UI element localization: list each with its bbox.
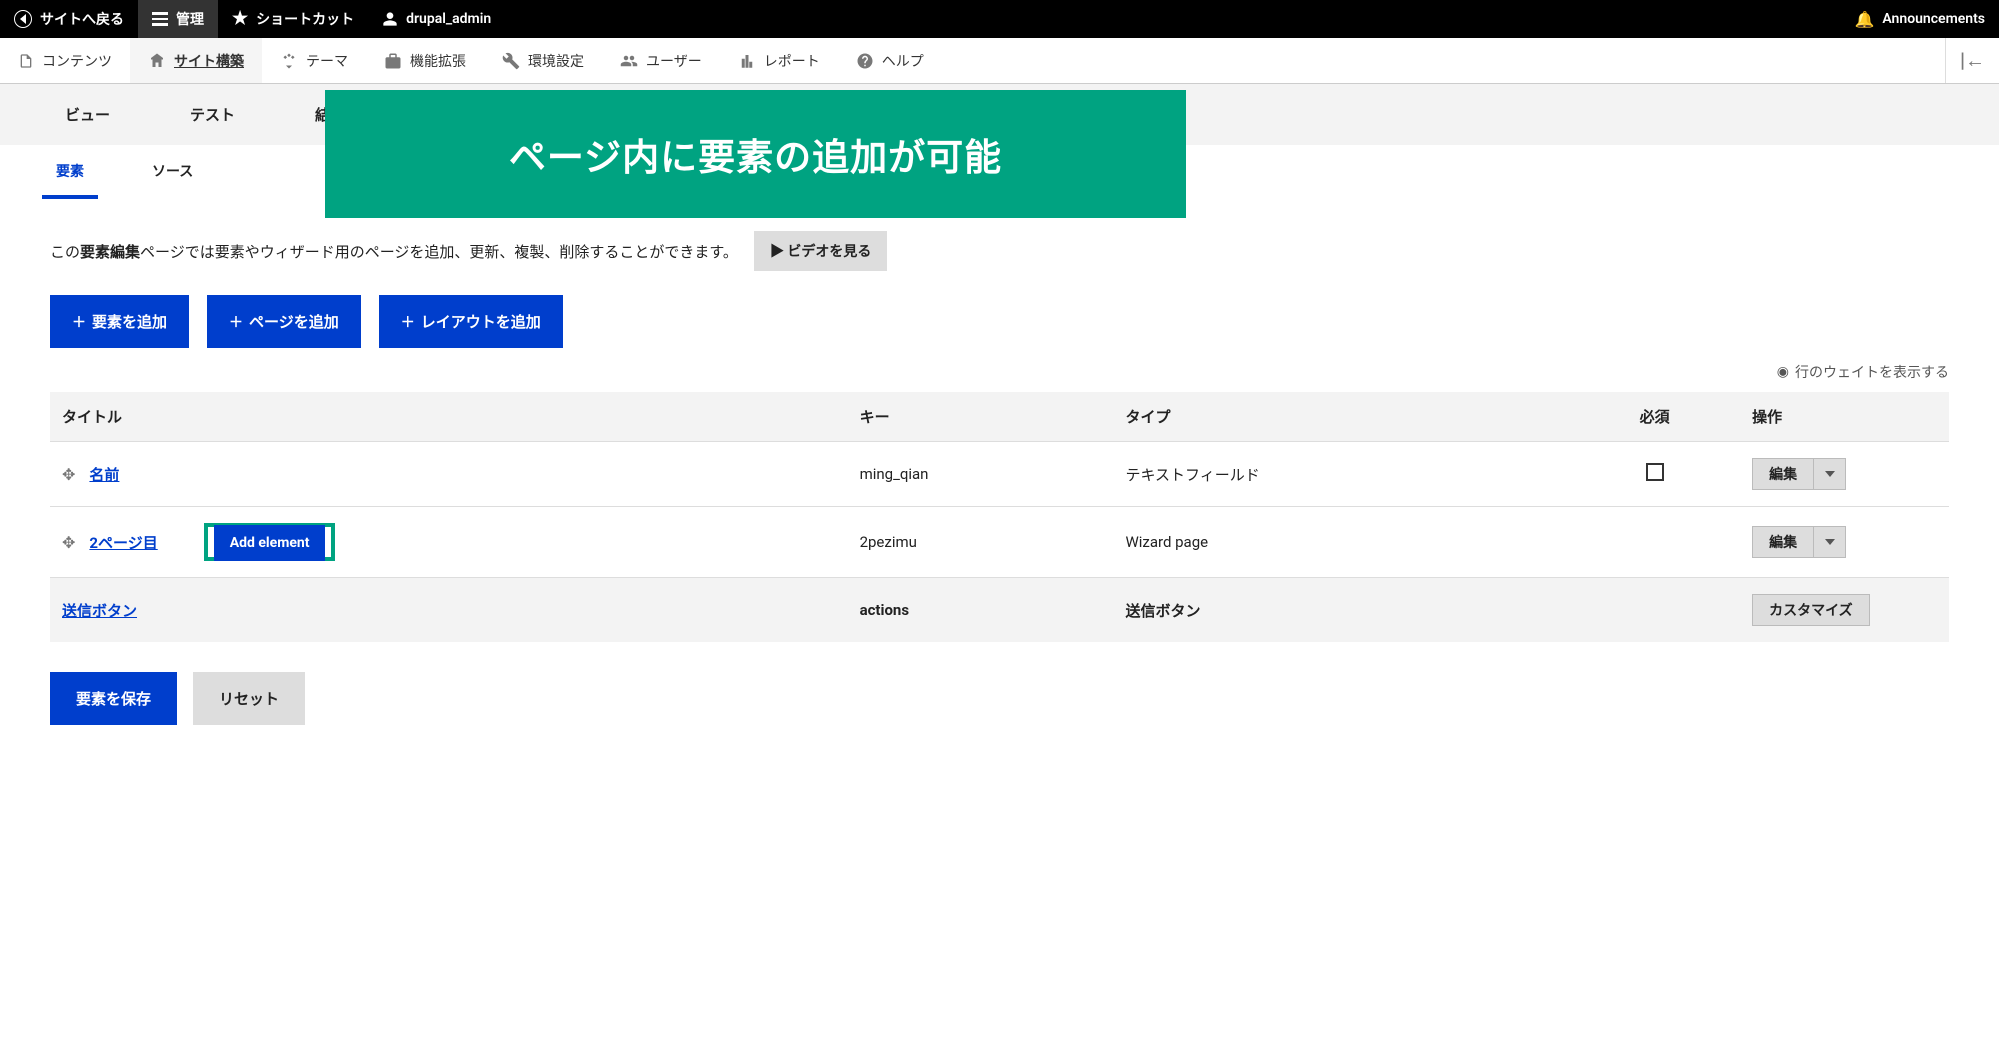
manage-label: 管理 xyxy=(176,9,204,29)
user-menu-button[interactable]: drupal_admin xyxy=(368,0,505,38)
back-to-site-button[interactable]: サイトへ戻る xyxy=(0,0,138,38)
help-text-row: この要素編集ページでは要素やウィザード用のページを追加、更新、複製、削除すること… xyxy=(50,231,1949,271)
edit-dropbutton: 編集 xyxy=(1752,526,1846,558)
menu-people[interactable]: ユーザー xyxy=(602,38,720,83)
admin-menu: コンテンツ サイト構築 テーマ 機能拡張 環境設定 ユーザー レポート ヘルプ … xyxy=(0,38,1999,84)
page-content: この要素編集ページでは要素やウィザード用のページを追加、更新、複製、削除すること… xyxy=(0,199,1999,757)
drag-handle-icon[interactable]: ✥ xyxy=(62,533,75,552)
menu-reports[interactable]: レポート xyxy=(720,38,838,83)
manage-button[interactable]: 管理 xyxy=(138,0,218,38)
add-layout-button[interactable]: ＋レイアウトを追加 xyxy=(379,295,563,348)
col-ops: 操作 xyxy=(1740,392,1949,442)
tab-view[interactable]: ビュー xyxy=(55,84,120,145)
reset-button[interactable]: リセット xyxy=(193,672,305,725)
back-to-site-label: サイトへ戻る xyxy=(40,9,124,29)
star-icon: ★ xyxy=(232,10,248,28)
menu-config[interactable]: 環境設定 xyxy=(484,38,602,83)
element-title-link[interactable]: 名前 xyxy=(89,464,119,485)
col-type: タイプ xyxy=(1113,392,1569,442)
customize-button[interactable]: カスタマイズ xyxy=(1752,594,1870,626)
config-icon xyxy=(502,52,520,70)
reports-icon xyxy=(738,52,756,70)
document-icon xyxy=(18,53,34,69)
add-element-highlight: Add element xyxy=(204,523,336,561)
table-row: ✥ 2ページ目 Add element 2pezimu Wizard page … xyxy=(50,507,1949,578)
add-element-inline-button[interactable]: Add element xyxy=(214,525,326,561)
menu-structure-label: サイト構築 xyxy=(174,51,244,71)
subtab-source[interactable]: ソース xyxy=(138,145,207,199)
table-row: ✥ 名前 ming_qian テキストフィールド 編集 xyxy=(50,442,1949,507)
customize-button-wrap: カスタマイズ xyxy=(1752,594,1870,626)
add-buttons-row: ＋要素を追加 ＋ページを追加 ＋レイアウトを追加 xyxy=(50,295,1949,348)
element-type: Wizard page xyxy=(1113,507,1569,578)
col-key: キー xyxy=(848,392,1114,442)
shortcuts-label: ショートカット xyxy=(256,9,354,29)
element-key: actions xyxy=(848,578,1114,643)
element-title-link[interactable]: 2ページ目 xyxy=(89,532,157,553)
menu-help-label: ヘルプ xyxy=(882,51,924,71)
plus-icon: ＋ xyxy=(72,312,86,332)
show-row-weights-toggle[interactable]: ◉ 行のウェイトを表示する xyxy=(50,362,1949,382)
element-title-link[interactable]: 送信ボタン xyxy=(62,602,137,620)
back-icon xyxy=(14,10,32,28)
element-type: テキストフィールド xyxy=(1113,442,1569,507)
menu-appearance-label: テーマ xyxy=(306,51,348,71)
subtab-elements[interactable]: 要素 xyxy=(42,145,98,199)
menu-config-label: 環境設定 xyxy=(528,51,584,71)
menu-reports-label: レポート xyxy=(764,51,820,71)
username-label: drupal_admin xyxy=(406,11,491,27)
col-required: 必須 xyxy=(1569,392,1740,442)
add-page-button[interactable]: ＋ページを追加 xyxy=(207,295,361,348)
element-key: 2pezimu xyxy=(848,507,1114,578)
tab-test[interactable]: テスト xyxy=(180,84,245,145)
menu-appearance[interactable]: テーマ xyxy=(262,38,366,83)
shortcuts-button[interactable]: ★ ショートカット xyxy=(218,0,368,38)
save-elements-button[interactable]: 要素を保存 xyxy=(50,672,177,725)
plus-icon: ＋ xyxy=(401,312,415,332)
drag-handle-icon[interactable]: ✥ xyxy=(62,465,75,484)
hamburger-icon xyxy=(152,12,168,26)
plus-icon: ＋ xyxy=(229,312,243,332)
menu-extend-label: 機能拡張 xyxy=(410,51,466,71)
col-title: タイトル xyxy=(50,392,848,442)
edit-dropbutton: 編集 xyxy=(1752,458,1846,490)
edit-button[interactable]: 編集 xyxy=(1752,458,1814,490)
orientation-icon: |← xyxy=(1960,48,1985,73)
add-element-button[interactable]: ＋要素を追加 xyxy=(50,295,189,348)
appearance-icon xyxy=(280,52,298,70)
watch-video-button[interactable]: ▶ ビデオを見る xyxy=(754,231,887,271)
admin-toolbar: サイトへ戻る 管理 ★ ショートカット drupal_admin 🔔 Annou… xyxy=(0,0,1999,38)
menu-people-label: ユーザー xyxy=(646,51,702,71)
announcements-button[interactable]: 🔔 Announcements xyxy=(1840,0,1999,38)
people-icon xyxy=(620,52,638,70)
dropbutton-toggle[interactable] xyxy=(1814,526,1846,558)
help-text: この要素編集ページでは要素やウィザード用のページを追加、更新、複製、削除すること… xyxy=(50,241,738,262)
structure-icon xyxy=(148,52,166,70)
menu-extend[interactable]: 機能拡張 xyxy=(366,38,484,83)
edit-button[interactable]: 編集 xyxy=(1752,526,1814,558)
element-type: 送信ボタン xyxy=(1113,578,1569,643)
elements-table: タイトル キー タイプ 必須 操作 ✥ 名前 ming_qian テキストフィー… xyxy=(50,392,1949,642)
bell-icon: 🔔 xyxy=(1854,10,1874,29)
annotation-banner-text: ページ内に要素の追加が可能 xyxy=(509,127,1002,181)
help-icon xyxy=(856,52,874,70)
menu-structure[interactable]: サイト構築 xyxy=(130,38,262,83)
menu-content[interactable]: コンテンツ xyxy=(0,38,130,83)
menu-content-label: コンテンツ xyxy=(42,51,112,71)
menu-help[interactable]: ヘルプ xyxy=(838,38,942,83)
extend-icon xyxy=(384,52,402,70)
form-actions: 要素を保存 リセット xyxy=(50,672,1949,725)
element-key: ming_qian xyxy=(848,442,1114,507)
table-row-actions: 送信ボタン actions 送信ボタン カスタマイズ xyxy=(50,578,1949,643)
eye-icon: ◉ xyxy=(1777,364,1789,380)
announcements-label: Announcements xyxy=(1882,11,1985,27)
toolbar-orientation-toggle[interactable]: |← xyxy=(1945,38,1999,83)
user-icon xyxy=(382,11,398,27)
dropbutton-toggle[interactable] xyxy=(1814,458,1846,490)
required-checkbox[interactable] xyxy=(1646,463,1664,481)
